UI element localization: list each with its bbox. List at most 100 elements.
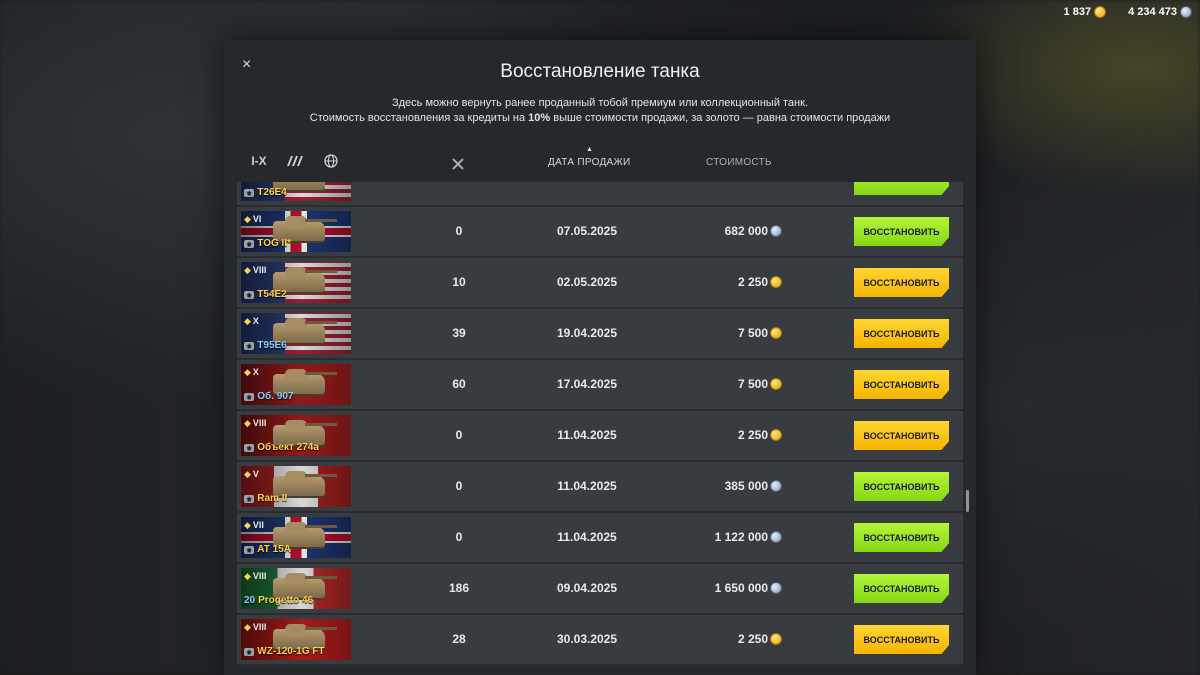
tank-card[interactable]: ◆ VIII 20 Progetto 46 — [241, 568, 351, 609]
tank-name: ★ TOG II* — [244, 238, 291, 249]
tank-class-icon: ◆ — [244, 622, 251, 632]
tank-row: ◆ VIII ★ Объект 274а 0 11.04.2025 2 250 ВО… — [237, 411, 963, 462]
restore-button[interactable] — [854, 182, 949, 195]
tank-name: ★ T54E2 — [244, 289, 287, 300]
sale-date: 02.05.2025 — [556, 275, 618, 289]
battles-column-header-crossed-swords-icon[interactable] — [451, 157, 465, 174]
tank-card[interactable]: ◆ VI ★ TOG II* — [241, 211, 351, 252]
premium-badge-icon: ★ — [244, 393, 255, 401]
battles-count: 0 — [455, 479, 463, 493]
tank-card[interactable]: ◆ X ★ Об. 907 — [241, 364, 351, 405]
credits-icon — [770, 225, 782, 237]
gold-balance: 1 837 — [1064, 6, 1107, 18]
restore-cost: 7 500 — [682, 377, 782, 391]
restore-button[interactable]: ВОССТАНОВИТЬ — [854, 625, 949, 654]
nation-filter-globe-icon[interactable] — [322, 154, 340, 168]
tank-class-icon: ◆ — [244, 214, 251, 224]
sale-date: 07.05.2025 — [556, 224, 618, 238]
tank-name: ★ AT 15A — [244, 544, 291, 555]
sale-date-column-header[interactable]: ▲ ДАТА ПРОДАЖИ — [548, 146, 631, 168]
tank-name: ★ T26E4 — [244, 187, 287, 198]
sold-tanks-list[interactable]: ◆ ★T26E4 ◆VI ★TOG II* 0 07.05.2025 682 0… — [237, 182, 963, 675]
restore-button[interactable]: ВОССТАНОВИТЬ — [854, 574, 949, 603]
tank-card[interactable]: ◆ VIII ★ T54E2 — [241, 262, 351, 303]
gold-icon — [770, 429, 782, 441]
tank-card[interactable]: ◆ X ★ T95E6 — [241, 313, 351, 354]
tank-row: ◆ VIII 20 Progetto 46 186 09.04.2025 1 650… — [237, 564, 963, 615]
restore-button[interactable]: ВОССТАНОВИТЬ — [854, 217, 949, 246]
restore-button[interactable]: ВОССТАНОВИТЬ — [854, 370, 949, 399]
tank-tier: ◆ X — [244, 367, 259, 377]
restore-cost: 2 250 — [682, 428, 782, 442]
restore-cost: 7 500 — [682, 326, 782, 340]
tank-row: ◆ V ★ Ram II 0 11.04.2025 385 000 ВОССТАНО… — [237, 462, 963, 513]
restore-cost: 385 000 — [682, 479, 782, 493]
premium-badge-icon: ★ — [244, 240, 255, 248]
tank-type-filter-icon[interactable] — [286, 154, 304, 168]
gold-icon — [770, 276, 782, 288]
tank-row: ◆ VIII ★ WZ-120-1G FT 28 30.03.2025 2 250 … — [237, 615, 963, 666]
cost-column-header[interactable]: СТОИМОСТЬ — [706, 157, 772, 168]
tank-row: ◆ VI ★ TOG II* 0 07.05.2025 682 000 ВОССТА… — [237, 207, 963, 258]
battles-count: 10 — [452, 275, 466, 289]
credits-balance: 4 234 473 — [1128, 6, 1192, 18]
restore-tank-dialog: × Восстановление танка Здесь можно верну… — [224, 40, 976, 675]
sale-date: 09.04.2025 — [556, 581, 618, 595]
tank-card[interactable]: ◆ VIII ★ Объект 274а — [241, 415, 351, 456]
sale-date: 30.03.2025 — [556, 632, 618, 646]
tank-tier: ◆ VI — [244, 214, 262, 224]
tank-class-icon: ◆ — [244, 571, 251, 581]
tank-row: ◆ VII ★ AT 15A 0 11.04.2025 1 122 000 ВОСС… — [237, 513, 963, 564]
restore-button[interactable]: ВОССТАНОВИТЬ — [854, 472, 949, 501]
sale-date: 11.04.2025 — [557, 479, 617, 493]
tank-tier: ◆ VIII — [244, 571, 267, 581]
tank-name: ★ Ram II — [244, 493, 288, 504]
tank-card[interactable]: ◆ VII ★ AT 15A — [241, 517, 351, 558]
premium-badge-icon: ★ — [244, 648, 255, 656]
filter-bar: I-X — [250, 154, 340, 168]
battles-count: 60 — [452, 377, 466, 391]
tank-class-icon: ◆ — [244, 265, 251, 275]
restore-button[interactable]: ВОССТАНОВИТЬ — [854, 268, 949, 297]
tank-tier: ◆ V — [244, 469, 259, 479]
tank-row: ◆ X ★ T95E6 39 19.04.2025 7 500 ВОССТАНОВИ… — [237, 309, 963, 360]
restore-cost: 682 000 — [682, 224, 782, 238]
restore-button[interactable]: ВОССТАНОВИТЬ — [854, 523, 949, 552]
restore-cost: 1 122 000 — [682, 530, 782, 544]
tier-filter[interactable]: I-X — [250, 154, 268, 168]
restore-cost: 1 650 000 — [682, 581, 782, 595]
tank-class-icon: ◆ — [244, 367, 251, 377]
tank-class-icon: ◆ — [244, 469, 251, 479]
battles-count: 0 — [455, 428, 463, 442]
tank-name: ★ Об. 907 — [244, 391, 294, 402]
premium-badge-icon: ★ — [244, 546, 255, 554]
restore-button[interactable]: ВОССТАНОВИТЬ — [854, 319, 949, 348]
sale-date: 11.04.2025 — [557, 530, 617, 544]
tank-class-icon: ◆ — [244, 316, 251, 326]
list-scrollbar[interactable] — [966, 490, 969, 512]
tank-class-icon: ◆ — [244, 418, 251, 428]
tank-card[interactable]: ◆ V ★ Ram II — [241, 466, 351, 507]
battles-count: 39 — [452, 326, 466, 340]
gold-icon — [770, 633, 782, 645]
tank-card[interactable]: ◆ VIII ★ WZ-120-1G FT — [241, 619, 351, 660]
dialog-description: Здесь можно вернуть ранее проданный тобо… — [309, 97, 891, 124]
restore-cost: 2 250 — [682, 632, 782, 646]
tank-tier: ◆ VIII — [244, 622, 267, 632]
tank-name: ★ WZ-120-1G FT — [244, 646, 325, 657]
battles-count: 0 — [455, 224, 463, 238]
premium-badge-icon: ★ — [244, 291, 255, 299]
currency-bar: 1 837 4 234 473 — [1064, 6, 1192, 18]
tank-card[interactable]: ◆ ★T26E4 — [241, 182, 351, 201]
credits-icon — [770, 531, 782, 543]
battles-count: 28 — [452, 632, 466, 646]
tank-row: ◆ X ★ Об. 907 60 17.04.2025 7 500 ВОССТАНО… — [237, 360, 963, 411]
premium-badge-icon: ★ — [244, 444, 255, 452]
tank-tier: ◆ VII — [244, 520, 264, 530]
credits-icon — [770, 480, 782, 492]
sort-up-icon: ▲ — [586, 146, 594, 153]
tank-tier: ◆ VIII — [244, 265, 267, 275]
tank-name: 20 Progetto 46 — [244, 595, 314, 606]
restore-button[interactable]: ВОССТАНОВИТЬ — [854, 421, 949, 450]
tank-name: ★ T95E6 — [244, 340, 287, 351]
